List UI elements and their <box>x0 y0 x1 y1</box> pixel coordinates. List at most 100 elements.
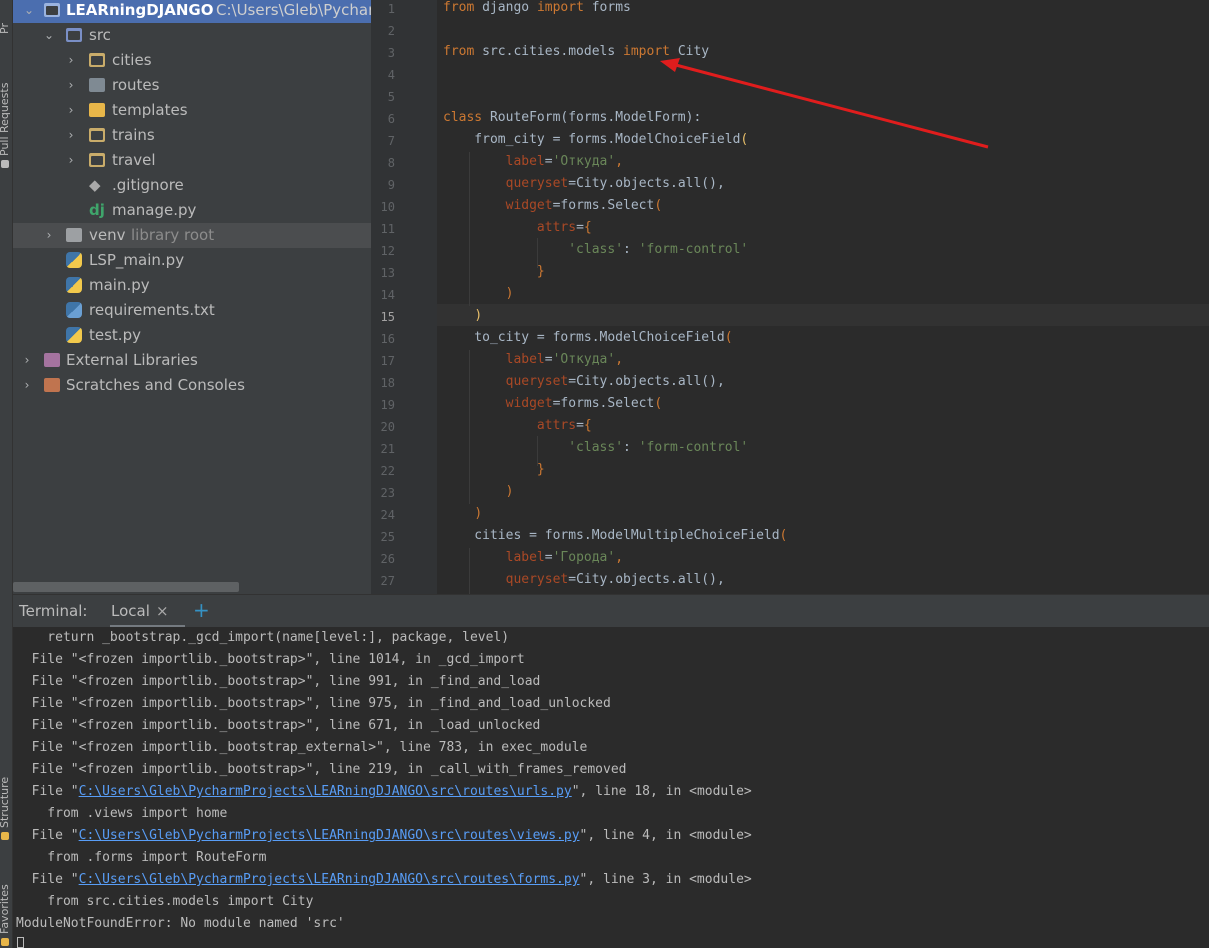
terminal-line: File "<frozen importlib._bootstrap>", li… <box>16 696 611 711</box>
terminal-line: File "C:\Users\Gleb\PycharmProjects\LEAR… <box>16 828 752 843</box>
code-line-1: from django import forms <box>443 0 631 15</box>
tree-item-scratches[interactable]: › Scratches and Consoles <box>13 373 371 398</box>
chevron-right-icon[interactable]: › <box>43 223 55 248</box>
tree-item-label: routes <box>112 76 160 94</box>
line-number: 11 <box>380 222 395 236</box>
line-number: 14 <box>380 288 395 302</box>
code-editor[interactable]: from django import forms from src.cities… <box>437 0 1209 594</box>
line-number: 13 <box>380 266 395 280</box>
tree-item-lsp-main-py[interactable]: LSP_main.py <box>13 248 371 273</box>
line-number: 27 <box>380 574 395 588</box>
chevron-down-icon[interactable]: ⌄ <box>43 23 55 48</box>
line-number: 26 <box>380 552 395 566</box>
file-link-views-py[interactable]: C:\Users\Gleb\PycharmProjects\LEARningDJ… <box>79 828 580 843</box>
git-icon: ◆ <box>89 176 101 194</box>
tree-item-label: LSP_main.py <box>89 251 185 269</box>
folder-icon <box>66 228 82 242</box>
pull-request-icon <box>1 160 9 168</box>
line-number: 3 <box>387 46 395 60</box>
line-number: 4 <box>387 68 395 82</box>
chevron-right-icon[interactable]: › <box>65 73 77 98</box>
line-number: 1 <box>387 2 395 16</box>
project-tree: ⌄ LEARningDJANGO C:\Users\Gleb\Pycharm ⌄… <box>13 0 371 594</box>
tree-item-project-root[interactable]: ⌄ LEARningDJANGO C:\Users\Gleb\Pycharm <box>13 0 371 23</box>
pull-requests-tool-tab[interactable]: Pull Requests <box>0 83 11 168</box>
tree-item-gitignore[interactable]: ◆ .gitignore <box>13 173 371 198</box>
tree-item-label: manage.py <box>112 201 197 219</box>
code-line-13: } <box>536 264 545 279</box>
code-line-6: class RouteForm(forms.ModelForm): <box>443 110 702 125</box>
line-number: 25 <box>380 530 395 544</box>
package-folder-icon <box>89 53 105 67</box>
tree-item-routes[interactable]: › routes <box>13 73 371 98</box>
code-line-17: label='Откуда', <box>505 352 624 367</box>
tree-item-external-libraries[interactable]: › External Libraries <box>13 348 371 373</box>
terminal-toolbar: Terminal: Local × + <box>13 594 1209 628</box>
tree-item-manage-py[interactable]: dj manage.py <box>13 198 371 223</box>
chevron-right-icon[interactable]: › <box>65 123 77 148</box>
line-number-gutter: 1 2 3 4 5 6 7 8 9 10 11 12 13 14 15 16 1… <box>371 0 437 594</box>
code-line-27: queryset=City.objects.all(), <box>505 572 725 587</box>
terminal-cursor <box>17 937 24 948</box>
line-number: 5 <box>387 90 395 104</box>
tree-item-label: test.py <box>89 326 141 344</box>
terminal-line: File "<frozen importlib._bootstrap>", li… <box>16 652 525 667</box>
line-number: 22 <box>380 464 395 478</box>
tree-item-main-py[interactable]: main.py <box>13 273 371 298</box>
project-root-name: LEARningDJANGO <box>66 1 214 19</box>
chevron-down-icon[interactable]: ⌄ <box>23 0 35 23</box>
code-line-20: attrs={ <box>536 418 592 433</box>
chevron-right-icon[interactable]: › <box>65 148 77 173</box>
tree-item-cities[interactable]: › cities <box>13 48 371 73</box>
chevron-right-icon[interactable]: › <box>21 348 33 373</box>
close-icon[interactable]: × <box>156 602 169 620</box>
django-icon: dj <box>89 201 105 219</box>
add-terminal-icon[interactable]: + <box>193 598 210 622</box>
code-line-11: attrs={ <box>536 220 592 235</box>
code-line-15: ) <box>474 308 483 323</box>
horizontal-scrollbar[interactable] <box>13 582 239 592</box>
code-line-14: ) <box>505 286 514 301</box>
line-number-current: 15 <box>380 310 395 324</box>
tree-item-label: External Libraries <box>66 351 198 369</box>
terminal-line: from .forms import RouteForm <box>16 850 267 865</box>
tree-item-trains[interactable]: › trains <box>13 123 371 148</box>
favorites-tool-tab[interactable]: Favorites <box>0 884 11 946</box>
file-link-forms-py[interactable]: C:\Users\Gleb\PycharmProjects\LEARningDJ… <box>79 872 580 887</box>
tree-item-label: src <box>89 26 111 44</box>
python-file-icon <box>66 252 82 268</box>
terminal-line: File "<frozen importlib._bootstrap>", li… <box>16 674 541 689</box>
favorites-tab-label: Favorites <box>0 884 11 934</box>
tree-item-requirements-txt[interactable]: requirements.txt <box>13 298 371 323</box>
library-root-hint: library root <box>131 226 215 244</box>
chevron-right-icon[interactable]: › <box>65 48 77 73</box>
package-folder-icon <box>89 128 105 142</box>
structure-tool-tab[interactable]: Structure <box>0 777 11 840</box>
line-number: 6 <box>387 112 395 126</box>
tree-item-src[interactable]: ⌄ src <box>13 23 371 48</box>
tree-item-venv[interactable]: › venv library root <box>13 223 371 248</box>
terminal-line: return _bootstrap._gcd_import(name[level… <box>16 630 510 645</box>
line-number: 9 <box>387 178 395 192</box>
line-number: 18 <box>380 376 395 390</box>
tree-item-label: travel <box>112 151 156 169</box>
tree-item-label: Scratches and Consoles <box>66 376 245 394</box>
chevron-right-icon[interactable]: › <box>21 373 33 398</box>
tab-local[interactable]: Local × <box>110 595 185 628</box>
file-link-urls-py[interactable]: C:\Users\Gleb\PycharmProjects\LEARningDJ… <box>79 784 572 799</box>
terminal-line: File "C:\Users\Gleb\PycharmProjects\LEAR… <box>16 784 752 799</box>
line-number: 24 <box>380 508 395 522</box>
caret-row-highlight <box>437 304 1209 326</box>
tree-item-travel[interactable]: › travel <box>13 148 371 173</box>
project-tool-tab[interactable]: Pr <box>0 23 11 34</box>
code-line-25: cities = forms.ModelMultipleChoiceField( <box>443 528 788 543</box>
line-number: 21 <box>380 442 395 456</box>
python-file-icon <box>66 277 82 293</box>
tree-item-templates[interactable]: › templates <box>13 98 371 123</box>
chevron-right-icon[interactable]: › <box>65 98 77 123</box>
terminal-output[interactable]: return _bootstrap._gcd_import(name[level… <box>13 627 1209 948</box>
star-icon <box>1 938 9 946</box>
structure-tab-label: Structure <box>0 776 11 828</box>
tree-item-test-py[interactable]: test.py <box>13 323 371 348</box>
library-icon <box>44 353 60 367</box>
